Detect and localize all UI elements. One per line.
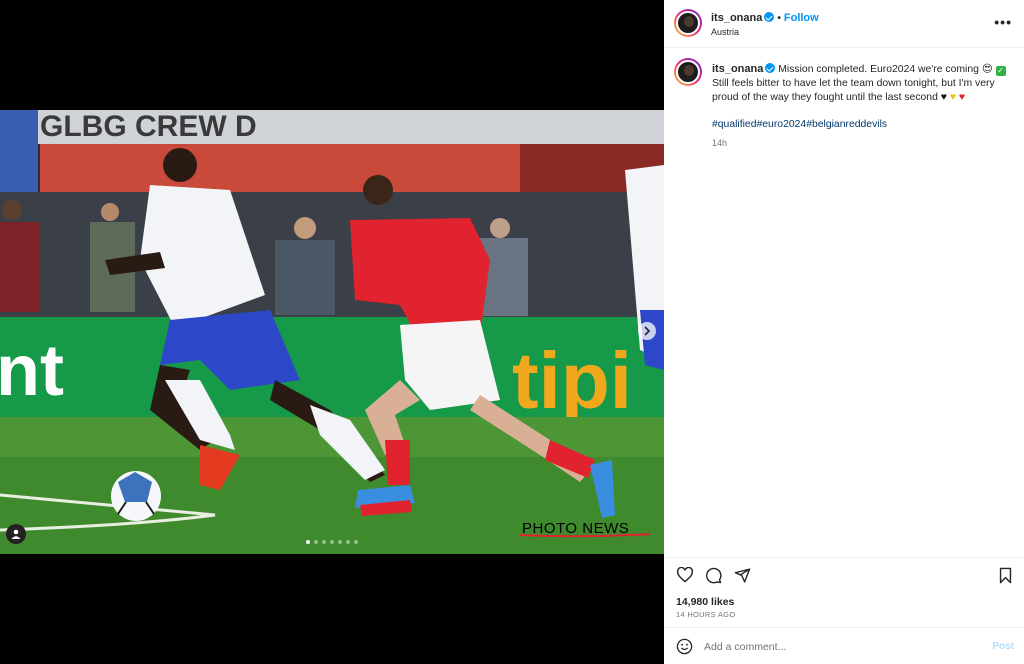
billboard-text: tipi: [512, 336, 632, 425]
comment-input[interactable]: [704, 638, 974, 656]
heart-icon[interactable]: [676, 567, 694, 583]
yellow-heart-emoji-icon: ♥: [949, 92, 956, 103]
post-media: GLBG CREW D nt tipi PHOTO NEWS: [0, 0, 664, 664]
banner-text: GLBG CREW D: [40, 110, 257, 143]
svg-text:nt: nt: [0, 331, 64, 411]
carousel-indicator: [0, 540, 664, 544]
caption: its_onana Mission completed. Euro2024 we…: [712, 62, 1012, 150]
caption-timestamp: 14h: [712, 138, 728, 148]
avatar[interactable]: [674, 9, 702, 37]
carousel-dot: [306, 540, 310, 544]
verified-badge-icon: [765, 63, 776, 73]
carousel-dot: [314, 540, 318, 544]
carousel-next-button[interactable]: [638, 322, 656, 340]
follow-button[interactable]: Follow: [784, 12, 819, 24]
carousel-dot: [338, 540, 342, 544]
hashtags: #qualified#euro2024#belgianreddevils: [712, 118, 1012, 132]
user-tag-icon: [11, 529, 21, 539]
carousel-dot: [322, 540, 326, 544]
post-header: its_onana • Follow Austria •••: [664, 0, 1024, 48]
share-icon[interactable]: [734, 567, 751, 584]
football-photo: GLBG CREW D nt tipi: [0, 110, 664, 554]
carousel-dot: [346, 540, 350, 544]
red-heart-emoji-icon: ♥: [958, 92, 966, 103]
star-struck-emoji-icon: 😍: [981, 64, 993, 75]
caption-section: its_onana Mission completed. Euro2024 we…: [664, 48, 1024, 553]
caption-text-line1: Mission completed. Euro2024 we're coming: [778, 64, 979, 75]
carousel-dot: [354, 540, 358, 544]
bookmark-icon[interactable]: [998, 567, 1013, 584]
emoji-icon[interactable]: [676, 638, 693, 655]
action-bar: [664, 557, 1024, 591]
post-time: 14 HOURS AGO: [676, 610, 736, 619]
hashtag-link[interactable]: #euro2024: [757, 119, 807, 130]
carousel-dot: [330, 540, 334, 544]
comment-bar: Post: [664, 627, 1024, 664]
hashtag-link[interactable]: #qualified: [712, 119, 757, 130]
photo-watermark: PHOTO NEWS: [522, 520, 630, 537]
check-mark-emoji-icon: ✓: [995, 66, 1006, 76]
post-author: its_onana • Follow: [711, 12, 819, 24]
verified-badge-icon: [764, 12, 775, 22]
comment-icon[interactable]: [705, 567, 722, 584]
hashtag-link[interactable]: #belgianreddevils: [806, 119, 887, 130]
location-link[interactable]: Austria: [711, 27, 739, 37]
separator-dot: •: [777, 13, 781, 24]
caption-avatar[interactable]: [674, 58, 702, 86]
more-options-button[interactable]: •••: [994, 14, 1012, 30]
chevron-right-icon: [644, 326, 651, 336]
post-details-panel: its_onana • Follow Austria ••• its_onana M…: [664, 0, 1024, 664]
post-comment-button[interactable]: Post: [992, 641, 1014, 652]
black-heart-emoji-icon: ♥: [940, 92, 947, 103]
post-photo[interactable]: GLBG CREW D nt tipi: [0, 110, 664, 554]
caption-username[interactable]: its_onana: [712, 63, 763, 75]
likes-count[interactable]: 14,980 likes: [676, 596, 734, 608]
username-link[interactable]: its_onana: [711, 12, 762, 24]
